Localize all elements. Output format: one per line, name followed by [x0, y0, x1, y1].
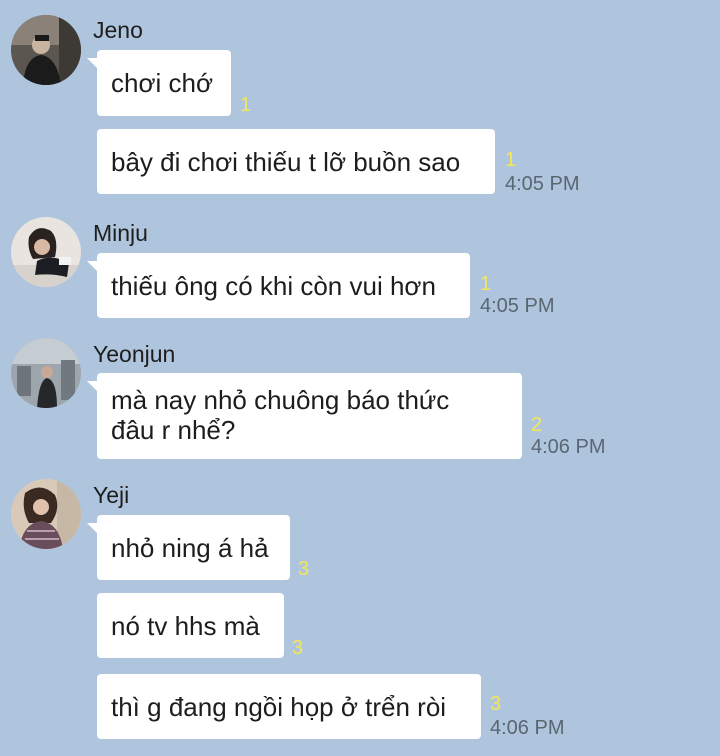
avatar-photo-icon	[11, 15, 81, 85]
message-text: thì g đang ngồi họp ở trển ròi	[111, 691, 447, 722]
avatar-photo-icon	[11, 338, 81, 408]
sender-name-minju: Minju	[93, 220, 148, 246]
message-text: bây đi chơi thiếu t lỡ buồn sao	[111, 146, 461, 177]
avatar-yeonjun[interactable]	[11, 338, 81, 408]
unread-count: 3	[490, 693, 502, 715]
unread-count: 1	[480, 273, 492, 295]
avatar-photo-icon	[11, 479, 81, 549]
message-bubble[interactable]: thiếu ông có khi còn vui hơn	[87, 253, 470, 318]
message-timestamp: 4:05 PM	[480, 295, 555, 317]
message-bubble[interactable]: nó tv hhs mà	[97, 593, 284, 658]
message-bubble[interactable]: thì g đang ngồi họp ở trển ròi	[97, 674, 481, 739]
message-timestamp: 4:05 PM	[505, 173, 580, 195]
unread-count: 3	[292, 637, 304, 659]
message-text-line: đâu r nhể?	[111, 415, 236, 445]
avatar-jeno[interactable]	[11, 15, 81, 85]
message-timestamp: 4:06 PM	[531, 436, 606, 458]
sender-name-yeonjun: Yeonjun	[93, 341, 176, 367]
unread-count: 1	[505, 149, 517, 171]
message-bubble[interactable]: chơi chớ	[87, 50, 231, 116]
avatar-minju[interactable]	[11, 217, 81, 287]
message-text: chơi chớ	[111, 68, 214, 98]
chat-message-list: Jeno chơi chớ 1 bây đi chơi thiếu t lỡ b…	[0, 0, 720, 756]
message-bubble[interactable]: bây đi chơi thiếu t lỡ buồn sao	[97, 129, 495, 194]
unread-count: 1	[240, 94, 252, 116]
sender-name-yeji: Yeji	[93, 482, 130, 508]
message-text: thiếu ông có khi còn vui hơn	[111, 270, 436, 301]
message-text: nó tv hhs mà	[111, 610, 260, 641]
message-text: nhỏ ning á hả	[111, 532, 269, 563]
message-text-line: mà nay nhỏ chuông báo thức	[111, 385, 450, 415]
avatar-yeji[interactable]	[11, 479, 81, 549]
message-bubble[interactable]: nhỏ ning á hả	[87, 515, 290, 580]
message-timestamp: 4:06 PM	[490, 717, 565, 739]
message-bubble[interactable]: mà nay nhỏ chuông báo thức đâu r nhể?	[87, 373, 522, 459]
unread-count: 3	[298, 558, 310, 580]
avatar-photo-icon	[11, 217, 81, 287]
sender-name-jeno: Jeno	[93, 17, 143, 43]
unread-count: 2	[531, 414, 543, 436]
